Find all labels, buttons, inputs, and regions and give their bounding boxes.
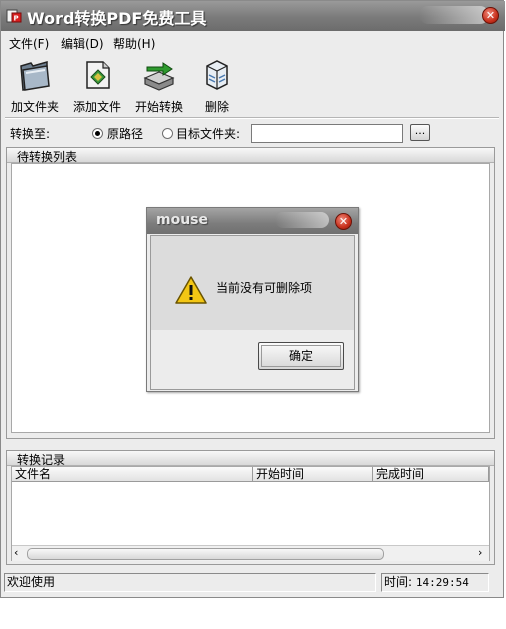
target-folder-radio[interactable] (162, 128, 173, 139)
scroll-left-icon[interactable]: ‹ (14, 547, 18, 559)
scroll-right-icon[interactable]: › (478, 547, 482, 559)
pending-list-header (7, 148, 494, 163)
browse-button[interactable]: ... (410, 124, 430, 141)
horizontal-scrollbar[interactable]: ‹ › (12, 545, 489, 561)
close-icon: ✕ (338, 215, 349, 228)
dialog-message-area: 当前没有可删除项 (151, 236, 354, 330)
close-icon: ✕ (485, 9, 496, 22)
message-dialog: mouse ✕ 当前没有可删除项 确定 (146, 207, 359, 392)
dialog-close-button[interactable]: ✕ (335, 213, 352, 230)
delete-label: 删除 (204, 100, 229, 114)
start-convert-button[interactable]: 开始转换 (126, 58, 192, 114)
delete-icon (206, 60, 228, 90)
dialog-title-bar[interactable]: mouse ✕ (147, 208, 358, 234)
warning-icon (175, 276, 207, 304)
add-folder-button[interactable]: 加文件夹 (2, 58, 68, 114)
original-path-label[interactable]: 原路径 (107, 125, 143, 142)
close-button[interactable]: ✕ (482, 7, 499, 24)
target-folder-label[interactable]: 目标文件夹: (176, 125, 240, 142)
column-header-start-time[interactable]: 开始时间 (253, 467, 373, 482)
dialog-body: 当前没有可删除项 确定 (150, 235, 355, 390)
add-file-label: 添加文件 (72, 100, 121, 114)
start-convert-label: 开始转换 (134, 100, 183, 114)
menu-bar: 文件(F) 编辑(D) 帮助(H) (1, 31, 505, 53)
dialog-message: 当前没有可删除项 (216, 281, 313, 295)
add-folder-label: 加文件夹 (10, 100, 59, 114)
app-icon: P (6, 9, 22, 23)
title-bar[interactable]: P Word转换PDF免费工具 ✕ (1, 1, 505, 31)
svg-text:P: P (14, 15, 19, 23)
menu-file[interactable]: 文件(F) (9, 35, 49, 52)
folder-icon (20, 61, 50, 91)
delete-button[interactable]: 删除 (184, 58, 250, 114)
time-label: 时间: (384, 575, 413, 589)
records-table[interactable]: 文件名 开始时间 完成时间 ‹ › (11, 466, 490, 561)
scrollbar-thumb[interactable] (27, 548, 384, 560)
start-convert-icon (143, 62, 175, 91)
add-file-button[interactable]: 添加文件 (64, 58, 130, 114)
ok-button[interactable]: 确定 (258, 342, 344, 370)
menu-edit[interactable]: 编辑(D) (61, 35, 104, 52)
column-header-filename[interactable]: 文件名 (12, 467, 253, 482)
status-time: 时间: 14:29:54 (381, 573, 489, 592)
records-group: 转换记录 文件名 开始时间 完成时间 ‹ › (6, 450, 495, 565)
dialog-title: mouse (156, 212, 209, 228)
original-path-radio[interactable] (92, 128, 103, 139)
target-path-input[interactable] (251, 124, 403, 143)
menu-help[interactable]: 帮助(H) (113, 35, 155, 52)
toolbar-divider (5, 117, 499, 119)
window-title: Word转换PDF免费工具 (27, 9, 207, 28)
records-header (7, 451, 494, 466)
output-label: 转换至: (10, 127, 51, 141)
status-message: 欢迎使用 (4, 573, 376, 592)
column-header-finish-time[interactable]: 完成时间 (373, 467, 489, 482)
time-value: 14:29:54 (415, 576, 469, 589)
add-file-icon (86, 61, 110, 89)
